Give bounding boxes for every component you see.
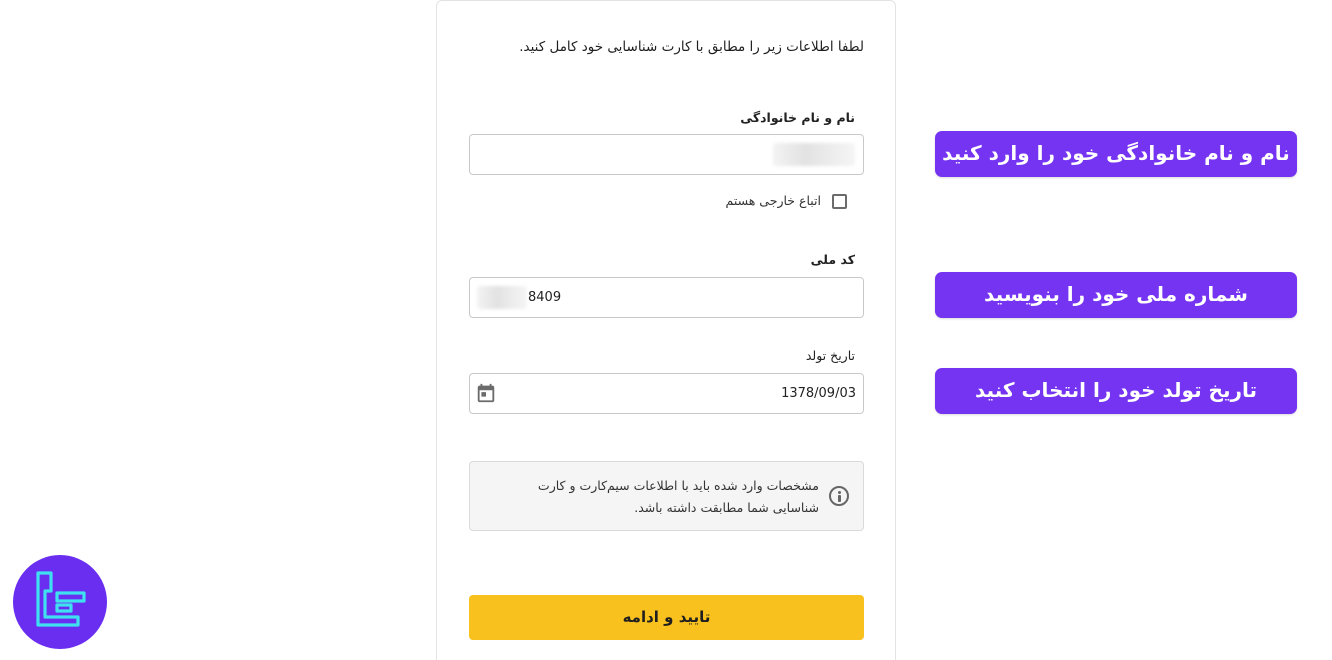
redacted-name <box>773 143 855 166</box>
brand-logo <box>13 555 107 649</box>
info-notice: مشخصات وارد شده باید با اطلاعات سیم‌کارت… <box>469 461 864 531</box>
birth-date-input[interactable]: 1378/09/03 <box>469 373 864 414</box>
national-code-label: کد ملی <box>810 252 855 267</box>
callout-full-name: نام و نام خانوادگی خود را وارد کنید <box>935 131 1297 177</box>
national-code-value: 8409 <box>528 290 562 305</box>
full-name-input[interactable] <box>469 134 864 175</box>
redacted-digits <box>477 286 527 309</box>
kyc-form-card: لطفا اطلاعات زیر را مطابق با کارت شناسای… <box>436 0 896 660</box>
full-name-label: نام و نام خانوادگی <box>740 110 855 125</box>
confirm-continue-button[interactable]: تایید و ادامه <box>469 595 864 640</box>
national-code-input[interactable]: 8409 <box>469 277 864 318</box>
calendar-icon[interactable] <box>475 382 497 404</box>
info-text: مشخصات وارد شده باید با اطلاعات سیم‌کارت… <box>537 478 819 515</box>
birth-date-value: 1378/09/03 <box>781 386 856 401</box>
info-icon <box>829 486 849 506</box>
foreign-national-checkbox[interactable] <box>832 194 847 209</box>
callout-birth-date: تاریخ تولد خود را انتخاب کنید <box>935 368 1297 414</box>
callout-national-code: شماره ملی خود را بنویسید <box>935 272 1297 318</box>
brand-logo-icon <box>36 571 86 627</box>
birth-date-label: تاریخ تولد <box>805 348 855 363</box>
foreign-national-label: اتباع خارجی هستم <box>725 193 822 208</box>
intro-text: لطفا اطلاعات زیر را مطابق با کارت شناسای… <box>519 39 864 55</box>
